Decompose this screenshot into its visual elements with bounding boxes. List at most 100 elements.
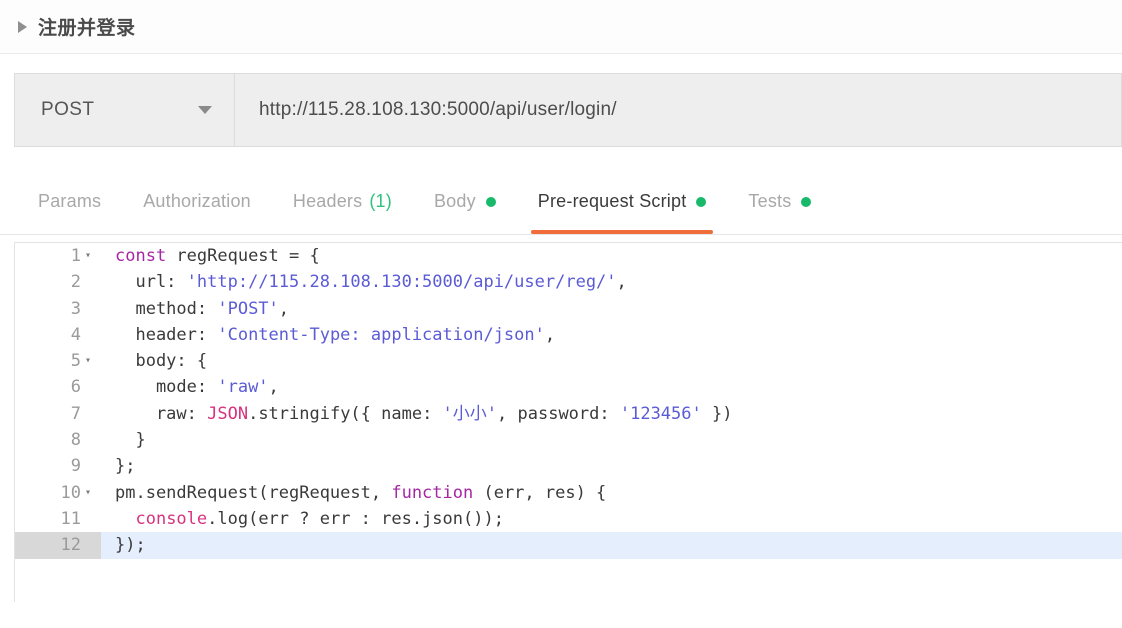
fold-triangle-icon[interactable]: ▾	[81, 243, 95, 269]
tab-label: Params	[38, 191, 102, 211]
tab-tests[interactable]: Tests	[727, 169, 832, 234]
line-number-gutter: 2	[15, 269, 101, 296]
code-token: (err, res) {	[473, 482, 607, 503]
code-line[interactable]: 7 raw: JSON .stringify({ name: '小小', pass…	[15, 400, 1122, 428]
tab-label: Tests	[748, 191, 792, 211]
request-url-value: http://115.28.108.130:5000/api/user/logi…	[259, 99, 617, 120]
pre-request-script-editor[interactable]: 1 ▾ const regRequest = {2 url: 'http://115…	[14, 242, 1122, 602]
code-line[interactable]: 10 ▾ pm.sendRequest(regRequest, function (…	[15, 479, 1122, 506]
line-number: 12	[60, 535, 81, 556]
code-token: 'Content-Type: application/json'	[217, 324, 545, 345]
code-token: .log(err ? err : res.json());	[207, 508, 504, 529]
code-line[interactable]: 4 header: 'Content-Type: application/jso…	[15, 321, 1122, 349]
code-line[interactable]: 8 }	[15, 427, 1122, 454]
code-token: JSON	[207, 403, 249, 424]
request-url-bar: POST http://115.28.108.130:5000/api/user…	[14, 73, 1122, 147]
tab-pre-request-script[interactable]: Pre-request Script	[517, 169, 728, 234]
code-line[interactable]: 6 mode: 'raw',	[15, 374, 1122, 401]
tab-headers[interactable]: Headers (1)	[272, 169, 413, 234]
code-line[interactable]: 2 url: 'http://115.28.108.130:5000/api/u…	[15, 269, 1122, 296]
code-token: ,	[268, 377, 279, 398]
request-url-input[interactable]: http://115.28.108.130:5000/api/user/logi…	[235, 74, 1121, 146]
line-number: 11	[60, 508, 81, 529]
code-line-content[interactable]: });	[101, 532, 1122, 559]
line-number: 6	[70, 377, 81, 398]
code-token: })	[701, 403, 733, 424]
code-line[interactable]: 5 ▾ body: {	[15, 348, 1122, 375]
code-token: .stringify({ name:	[248, 403, 443, 424]
tab-status-dot-icon	[801, 196, 812, 207]
line-number-gutter: 6	[15, 374, 101, 401]
code-token: regRequest = {	[176, 246, 320, 266]
tab-status-dot-icon	[696, 196, 707, 207]
code-line-content[interactable]: header: 'Content-Type: application/json'…	[101, 321, 1122, 349]
line-number-gutter: 5 ▾	[15, 348, 101, 375]
line-number-gutter: 9	[15, 453, 101, 480]
tab-label: Headers	[292, 191, 363, 211]
http-method-select[interactable]: POST	[15, 74, 235, 146]
chevron-down-icon[interactable]	[198, 106, 212, 114]
code-token: 'raw'	[217, 377, 269, 398]
code-token: pm.sendRequest(regRequest,	[115, 482, 392, 503]
fold-triangle-icon[interactable]: ▾	[81, 480, 95, 506]
line-number-gutter: 8	[15, 427, 101, 454]
line-number: 3	[70, 298, 81, 319]
tab-label: Pre-request Script	[537, 191, 687, 211]
line-number-gutter: 11	[15, 505, 101, 533]
code-token: raw:	[115, 403, 208, 424]
code-token: url:	[115, 272, 187, 293]
caret-right-icon[interactable]	[18, 20, 27, 33]
line-number-gutter: 10 ▾	[15, 479, 101, 506]
code-token: header:	[115, 324, 218, 345]
code-token: });	[115, 535, 146, 556]
line-number: 7	[70, 403, 81, 424]
code-token: console	[135, 508, 208, 529]
code-token: ,	[544, 324, 556, 345]
code-line-content[interactable]: const regRequest = {	[101, 243, 1122, 270]
code-token: 'http://115.28.108.130:5000/api/user/reg…	[186, 272, 617, 293]
tab-label: Body	[433, 191, 476, 211]
code-token: };	[115, 456, 136, 477]
line-number-gutter: 1 ▾	[15, 243, 101, 270]
code-token: body: {	[115, 351, 208, 372]
active-tab-underline	[530, 230, 714, 234]
line-number-gutter: 12	[15, 532, 101, 559]
code-token: function	[391, 482, 474, 503]
code-line[interactable]: 9};	[15, 453, 1122, 480]
code-line-content[interactable]: url: 'http://115.28.108.130:5000/api/use…	[101, 269, 1122, 296]
line-number: 2	[70, 272, 81, 293]
code-line-content[interactable]: }	[101, 427, 1122, 454]
code-line-content[interactable]: method: 'POST',	[101, 295, 1122, 322]
folder-header[interactable]: 注册并登录	[0, 0, 1122, 54]
line-number: 5	[70, 351, 81, 372]
code-line[interactable]: 11 console .log(err ? err : res.json());	[15, 505, 1122, 533]
line-number-gutter: 4	[15, 321, 101, 349]
tab-count-badge: (1)	[369, 191, 392, 211]
code-token: mode:	[115, 377, 218, 398]
code-line-content[interactable]: body: {	[101, 348, 1122, 375]
tab-authorization[interactable]: Authorization	[122, 169, 272, 234]
line-number-gutter: 3	[15, 295, 101, 322]
code-line-content[interactable]: console .log(err ? err : res.json());	[101, 505, 1122, 533]
line-number: 4	[70, 324, 81, 345]
code-token: '123456'	[619, 403, 702, 424]
line-number: 10	[60, 482, 81, 503]
tab-status-dot-icon	[485, 196, 496, 207]
tab-body[interactable]: Body	[413, 169, 517, 234]
code-token: ,	[616, 272, 627, 293]
tab-label: Authorization	[143, 191, 251, 211]
code-token: '小小'	[442, 403, 498, 424]
code-line[interactable]: 1 ▾ const regRequest = {	[15, 243, 1122, 270]
code-line-content[interactable]: };	[101, 453, 1122, 480]
code-line[interactable]: 12});	[15, 532, 1122, 559]
fold-triangle-icon[interactable]: ▾	[81, 348, 95, 374]
code-token: 'POST'	[217, 298, 279, 319]
code-lines[interactable]: 1 ▾ const regRequest = {2 url: 'http://115…	[15, 243, 1122, 559]
code-line-content[interactable]: mode: 'raw',	[101, 374, 1122, 401]
code-line[interactable]: 3 method: 'POST',	[15, 295, 1122, 322]
code-line-content[interactable]: raw: JSON .stringify({ name: '小小', passwo…	[101, 400, 1122, 428]
code-token: method:	[115, 298, 218, 319]
code-line-content[interactable]: pm.sendRequest(regRequest, function (err…	[101, 479, 1122, 506]
tab-params[interactable]: Params	[17, 169, 122, 234]
